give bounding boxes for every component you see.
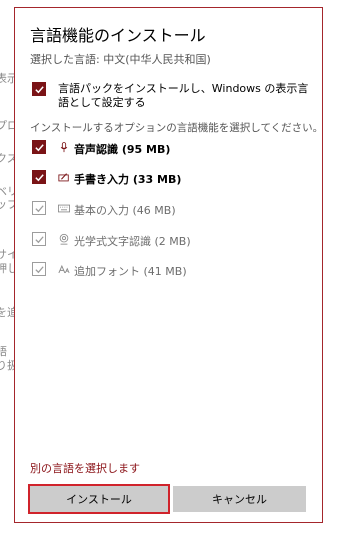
feature-handwriting-checkbox[interactable]: [32, 170, 46, 184]
feature-fonts-label: 追加フォント (41 MB): [74, 265, 187, 278]
microphone-icon: [57, 139, 71, 155]
checkmark-icon: [34, 143, 44, 151]
install-button[interactable]: インストール: [28, 484, 170, 514]
feature-fonts-checkbox: [32, 262, 46, 276]
feature-ocr-checkbox: [32, 232, 46, 246]
keyboard-icon: [57, 200, 71, 216]
feature-basic-typing-checkbox: [32, 201, 46, 215]
install-language-features-dialog: 言語機能のインストール 選択した言語: 中文(中华人民共和国) 言語パックをイン…: [14, 7, 323, 523]
feature-handwriting[interactable]: 手書き入力 (33 MB): [32, 169, 312, 186]
choose-another-language-link[interactable]: 別の言語を選択します: [30, 460, 140, 476]
feature-additional-fonts: 追加フォント (41 MB): [32, 261, 312, 278]
language-pack-label: 言語パックをインストールし、Windows の表示言語として設定する: [58, 82, 309, 109]
optional-features-heading: インストールするオプションの言語機能を選択してください。: [30, 122, 324, 134]
cancel-button[interactable]: キャンセル: [173, 486, 306, 512]
feature-ocr-label: 光学式文字認識 (2 MB): [74, 235, 191, 248]
checkmark-icon: [34, 265, 44, 273]
feature-basic-typing-label: 基本の入力 (46 MB): [74, 204, 176, 217]
feature-basic-typing: 基本の入力 (46 MB): [32, 200, 312, 217]
font-icon: [57, 261, 71, 277]
ocr-eye-icon: [57, 231, 71, 247]
feature-handwriting-label: 手書き入力 (33 MB): [74, 173, 182, 186]
feature-speech-label: 音声認識 (95 MB): [74, 143, 171, 156]
feature-speech-checkbox[interactable]: [32, 140, 46, 154]
checkmark-icon: [34, 204, 44, 212]
checkmark-icon: [34, 173, 44, 181]
checkmark-icon: [34, 235, 44, 243]
language-pack-checkbox[interactable]: [32, 82, 46, 96]
dialog-title: 言語機能のインストール: [30, 26, 206, 45]
feature-ocr: 光学式文字認識 (2 MB): [32, 231, 312, 248]
checkmark-icon: [34, 85, 44, 93]
handwriting-icon: [57, 169, 71, 185]
feature-speech-recognition[interactable]: 音声認識 (95 MB): [32, 139, 312, 156]
selected-language-label: 選択した言語: 中文(中华人民共和国): [30, 53, 211, 66]
